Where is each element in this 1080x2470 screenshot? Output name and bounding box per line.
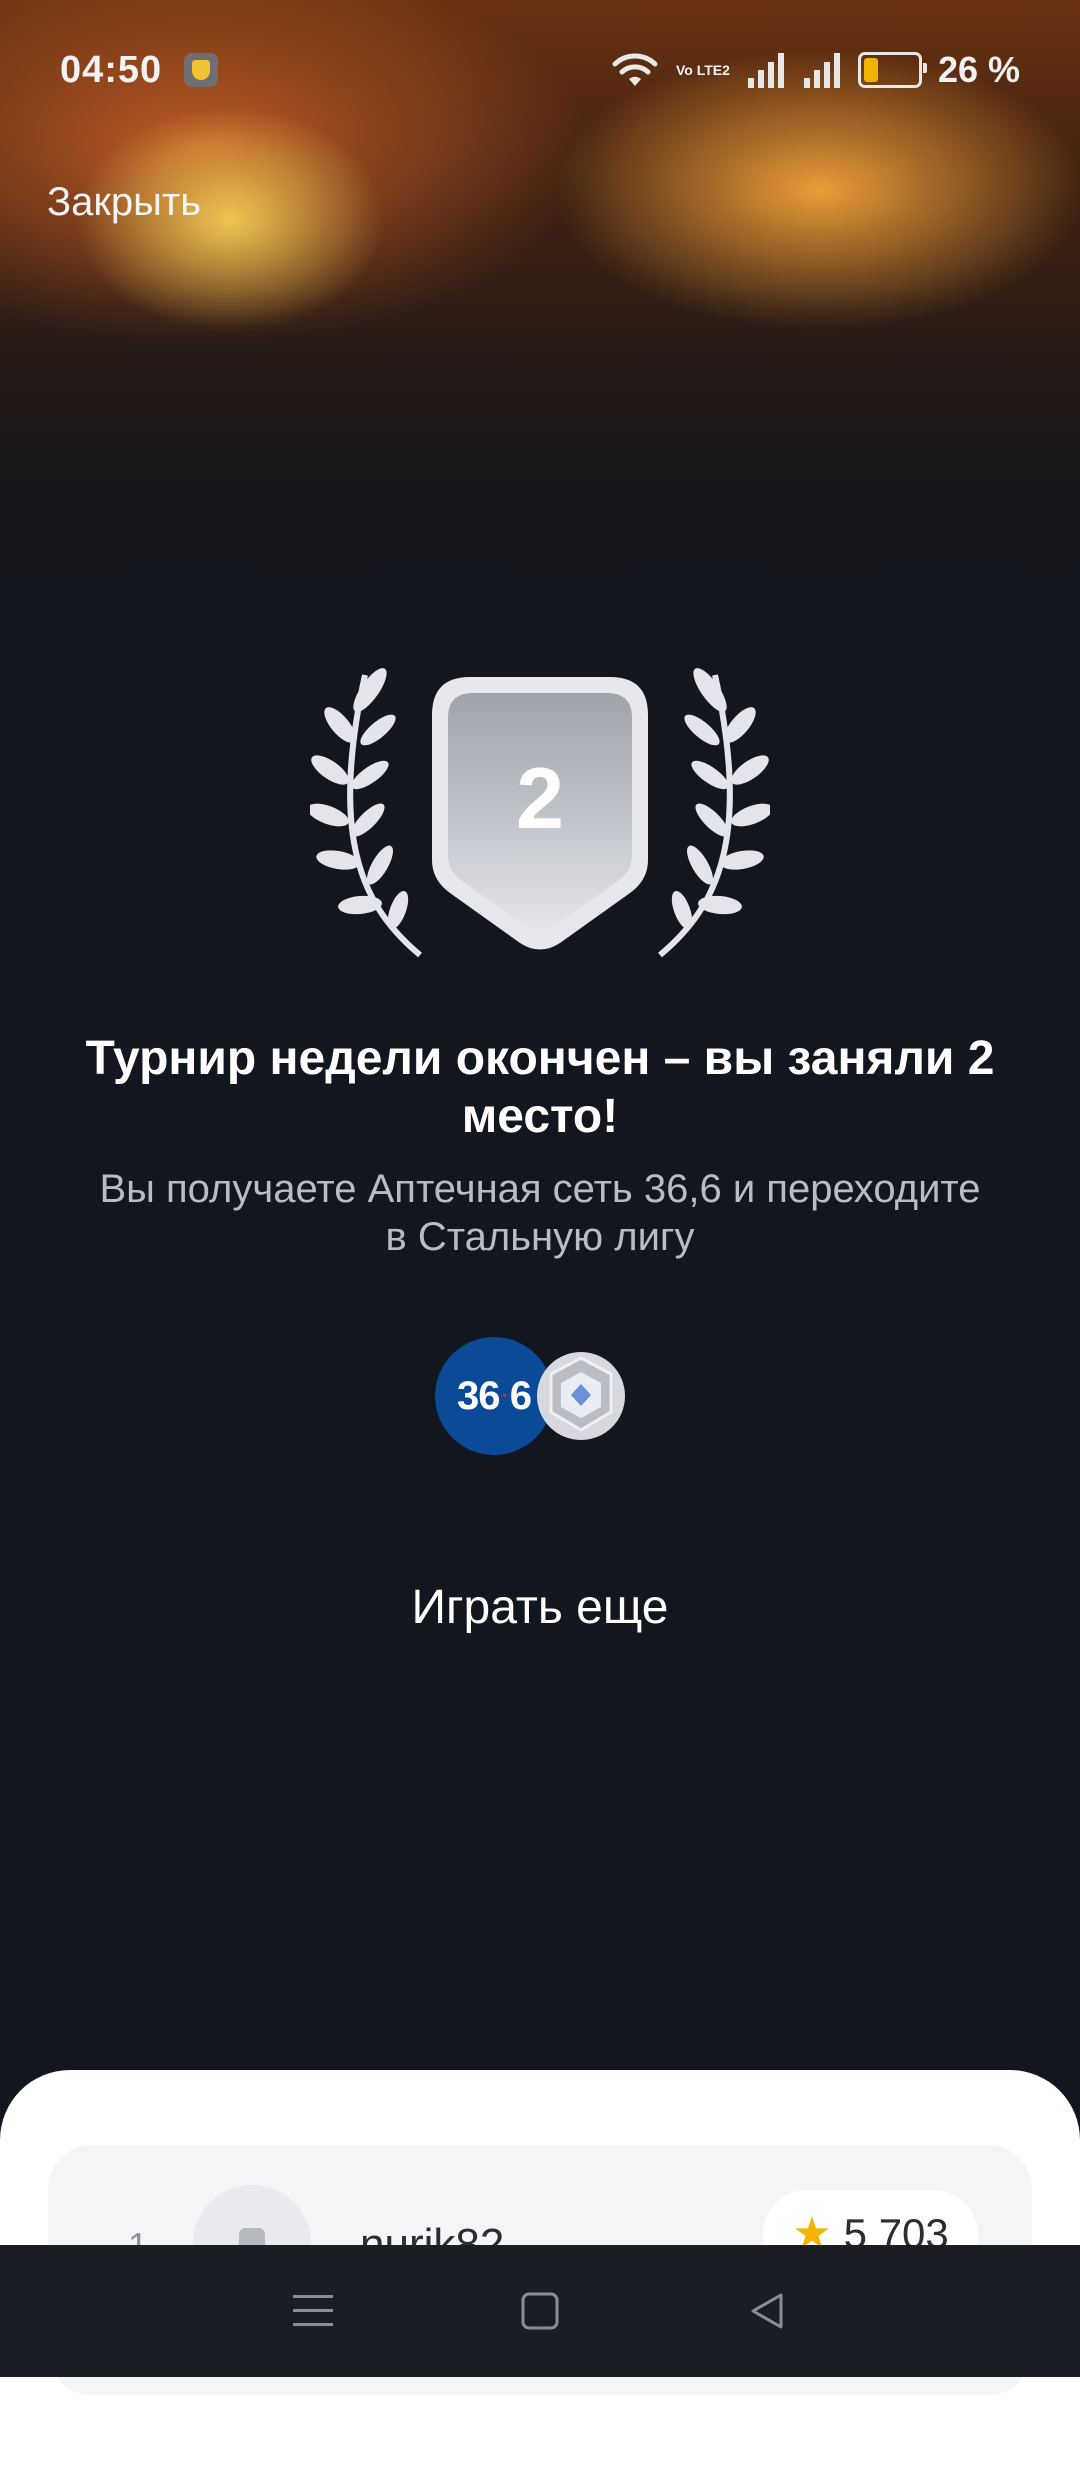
volte-label: Vo LTE2 <box>676 61 730 78</box>
battery-percent: 26 % <box>937 49 1020 90</box>
status-bar: 04:50 Vo LTE2 26 % <box>0 0 1080 140</box>
home-square-icon <box>521 2292 559 2330</box>
menu-icon <box>293 2295 334 2326</box>
signal-icon <box>747 53 784 88</box>
laurel-left-icon <box>310 668 422 958</box>
back-nav-button[interactable] <box>737 2281 797 2341</box>
system-nav-bar <box>0 2245 1080 2377</box>
rewards-row: 36 · 6 <box>435 1335 635 1460</box>
home-nav-button[interactable] <box>510 2281 570 2341</box>
menu-nav-button[interactable] <box>283 2281 343 2341</box>
shield-app-icon <box>184 53 219 87</box>
close-button[interactable]: Закрыть <box>47 180 201 225</box>
signal-icon <box>803 53 840 88</box>
place-number: 2 <box>516 751 564 847</box>
battery-icon <box>857 52 927 88</box>
result-subtitle: Вы получаете Аптечная сеть 36,6 и перехо… <box>99 1167 981 1259</box>
wifi-icon <box>612 53 658 86</box>
play-again-button[interactable]: Играть еще <box>290 1580 790 1635</box>
back-triangle-icon <box>751 2293 783 2329</box>
clock-time: 04:50 <box>60 48 163 91</box>
second-place-award: 2 <box>310 665 770 965</box>
result-title: Турнир недели окончен – вы заняли 2 мест… <box>85 1032 995 1143</box>
laurel-right-icon <box>658 668 770 958</box>
steel-league-icon <box>537 1352 625 1440</box>
